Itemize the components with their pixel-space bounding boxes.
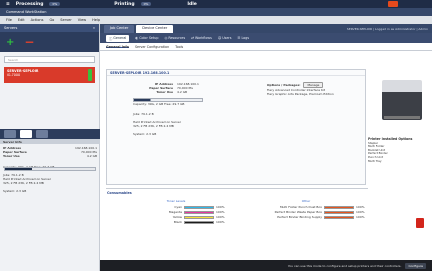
subtab-tools[interactable]: Tools xyxy=(175,45,183,49)
alert-icon[interactable] xyxy=(388,1,398,7)
toner-row: Black 100% xyxy=(126,220,226,225)
consumables-title: Consumables xyxy=(107,191,132,195)
toolbar-label: Users xyxy=(222,36,232,40)
sidebar-title: Servers xyxy=(4,26,18,30)
toolbar-label: General xyxy=(113,36,127,40)
add-server-icon[interactable]: + xyxy=(6,37,14,48)
installed-option: Multi Tray xyxy=(368,158,382,163)
status-bar: ≡ Processing 0% Printing 0% Idle xyxy=(0,0,432,8)
sidebar-tabs xyxy=(0,129,100,139)
server-status-icon xyxy=(88,69,92,81)
installed-options: Printer Installed Options Stapler Multi … xyxy=(368,137,428,163)
configure-button[interactable]: Configure xyxy=(405,262,426,269)
top-bar: ≡ Processing 0% Printing 0% Idle Command… xyxy=(0,0,432,24)
pdf-icon[interactable] xyxy=(416,218,424,228)
toolbar-logs[interactable]: ☰ Logs xyxy=(237,36,249,40)
tab-device-center[interactable]: Device Center xyxy=(136,25,174,33)
info-value: 4.2 GB xyxy=(177,90,188,94)
menu-server[interactable]: Server xyxy=(60,18,71,22)
toolbar-label: Color Setup xyxy=(139,36,159,40)
toner-level-bar xyxy=(184,216,214,219)
panel-title: SERVER-SEPLOIR 192.168.100.1 xyxy=(107,70,365,76)
toner-level-bar xyxy=(184,221,214,224)
consumables-section: Consumables Toner Levels Cyan 100% Magent… xyxy=(106,188,368,268)
tab-queue[interactable] xyxy=(20,130,32,138)
printing-badge: 0% xyxy=(140,2,152,6)
toolbar-general[interactable]: ⓘ General xyxy=(106,34,130,42)
menu-actions[interactable]: Actions xyxy=(31,18,44,22)
sidebar-collapse-icon[interactable]: « xyxy=(93,26,95,30)
menu-bar: File Edit Actions Go Server View Help xyxy=(0,16,432,24)
footer-bar: You can use this mode to configure and s… xyxy=(100,260,432,271)
toner-header: Toner Levels xyxy=(166,199,186,203)
toolbar-label: Workflows xyxy=(194,36,212,40)
toner-level-bar xyxy=(184,211,214,214)
printer-image xyxy=(382,80,422,120)
toolbar-label: Logs xyxy=(241,36,250,40)
server-item[interactable]: SERVER-SEPLOIR iG-7000 xyxy=(4,67,95,83)
processing-badge: 0% xyxy=(49,2,61,6)
subtab-server-configuration[interactable]: Server Configuration xyxy=(135,45,169,49)
consumable-level-bar xyxy=(324,211,354,214)
info-key: Toner Use xyxy=(3,154,20,159)
sidebar-actions: + − xyxy=(0,32,99,52)
toolbar-color-setup[interactable]: ◐ Color Setup xyxy=(135,36,158,40)
tab-info[interactable] xyxy=(4,130,16,138)
idle-label: Idle xyxy=(187,1,197,7)
system-label: System: 2.3 GB xyxy=(133,132,157,136)
workflow-icon: ⇄ xyxy=(191,36,194,40)
toner-level-bar xyxy=(184,206,214,209)
info-value: 4.2 GB xyxy=(86,154,97,159)
info-key: Toner Use xyxy=(156,90,173,94)
options-packages: Options / Packages: Manage Fiery Advanced… xyxy=(267,82,359,97)
toolbar-users[interactable]: ☺ Users xyxy=(218,36,232,40)
options-label: Options / Packages: xyxy=(267,83,301,87)
toolbar-workflows[interactable]: ⇄ Workflows xyxy=(191,36,212,40)
menu-file[interactable]: File xyxy=(6,18,12,22)
other-header: Other xyxy=(301,199,311,203)
server-model: iG-7000 xyxy=(7,73,21,77)
other-consumables: Other Multi Folder Punch Dust Box 100% Pe… xyxy=(246,199,366,220)
users-icon: ☺ xyxy=(217,36,222,40)
toner-pct: 100% xyxy=(216,220,225,224)
app-title-bar: Command WorkStation xyxy=(0,8,432,16)
logs-icon: ☰ xyxy=(237,36,241,40)
consumable-row: Perfect Binder Binding Supply 100% xyxy=(246,215,366,220)
toolbar-label: Resources xyxy=(168,36,186,40)
footer-text: You can use this mode to configure and s… xyxy=(287,263,402,268)
menu-go[interactable]: Go xyxy=(49,18,54,22)
remove-server-icon[interactable]: − xyxy=(24,35,34,49)
sidebar-header: Servers « xyxy=(0,24,99,32)
printer-panel: Printer Installed Options Stapler Multi … xyxy=(360,30,432,265)
app-name: Command WorkStation xyxy=(6,10,47,14)
server-info-panel: SERVER-SEPLOIR 192.168.100.1 IP Address 1… xyxy=(106,69,366,185)
toner-levels: Toner Levels Cyan 100% Magenta 100% Yellow… xyxy=(126,199,226,225)
tab-settings[interactable] xyxy=(36,130,48,138)
printing-label: Printing xyxy=(114,1,135,7)
consumable-level-bar xyxy=(324,206,354,209)
palette-icon: ◐ xyxy=(135,36,139,40)
toolbar-resources[interactable]: ◎ Resources xyxy=(164,36,185,40)
system-label: System: 2.3 GB xyxy=(3,189,27,194)
panel-server-details: IP Address 192.168.100.1 Paper Surface 70,… xyxy=(133,82,253,136)
capacity-bar xyxy=(4,167,96,171)
menu-help[interactable]: Help xyxy=(92,18,100,22)
subtab-general-info[interactable]: General Info xyxy=(106,45,129,49)
menu-icon[interactable]: ≡ xyxy=(6,2,10,7)
resources-icon: ◎ xyxy=(164,36,168,40)
menu-edit[interactable]: Edit xyxy=(18,18,25,22)
option-item: Fiery Graphic Arts Package, Premium Edit… xyxy=(267,92,334,97)
tab-job-center[interactable]: Job Center xyxy=(104,25,135,33)
toner-name: Black xyxy=(173,220,182,224)
consumable-level-bar xyxy=(324,216,354,219)
consumable-name: Perfect Binder Binding Supply xyxy=(277,215,322,219)
info-icon: ⓘ xyxy=(109,36,113,41)
server-sidebar: Servers « + − Search SERVER-SEPLOIR iG-7… xyxy=(0,24,100,271)
menu-view[interactable]: View xyxy=(78,18,86,22)
server-info-title: Server Info xyxy=(0,139,100,144)
server-search-input[interactable]: Search xyxy=(4,56,95,63)
processing-label: Processing xyxy=(15,1,44,7)
